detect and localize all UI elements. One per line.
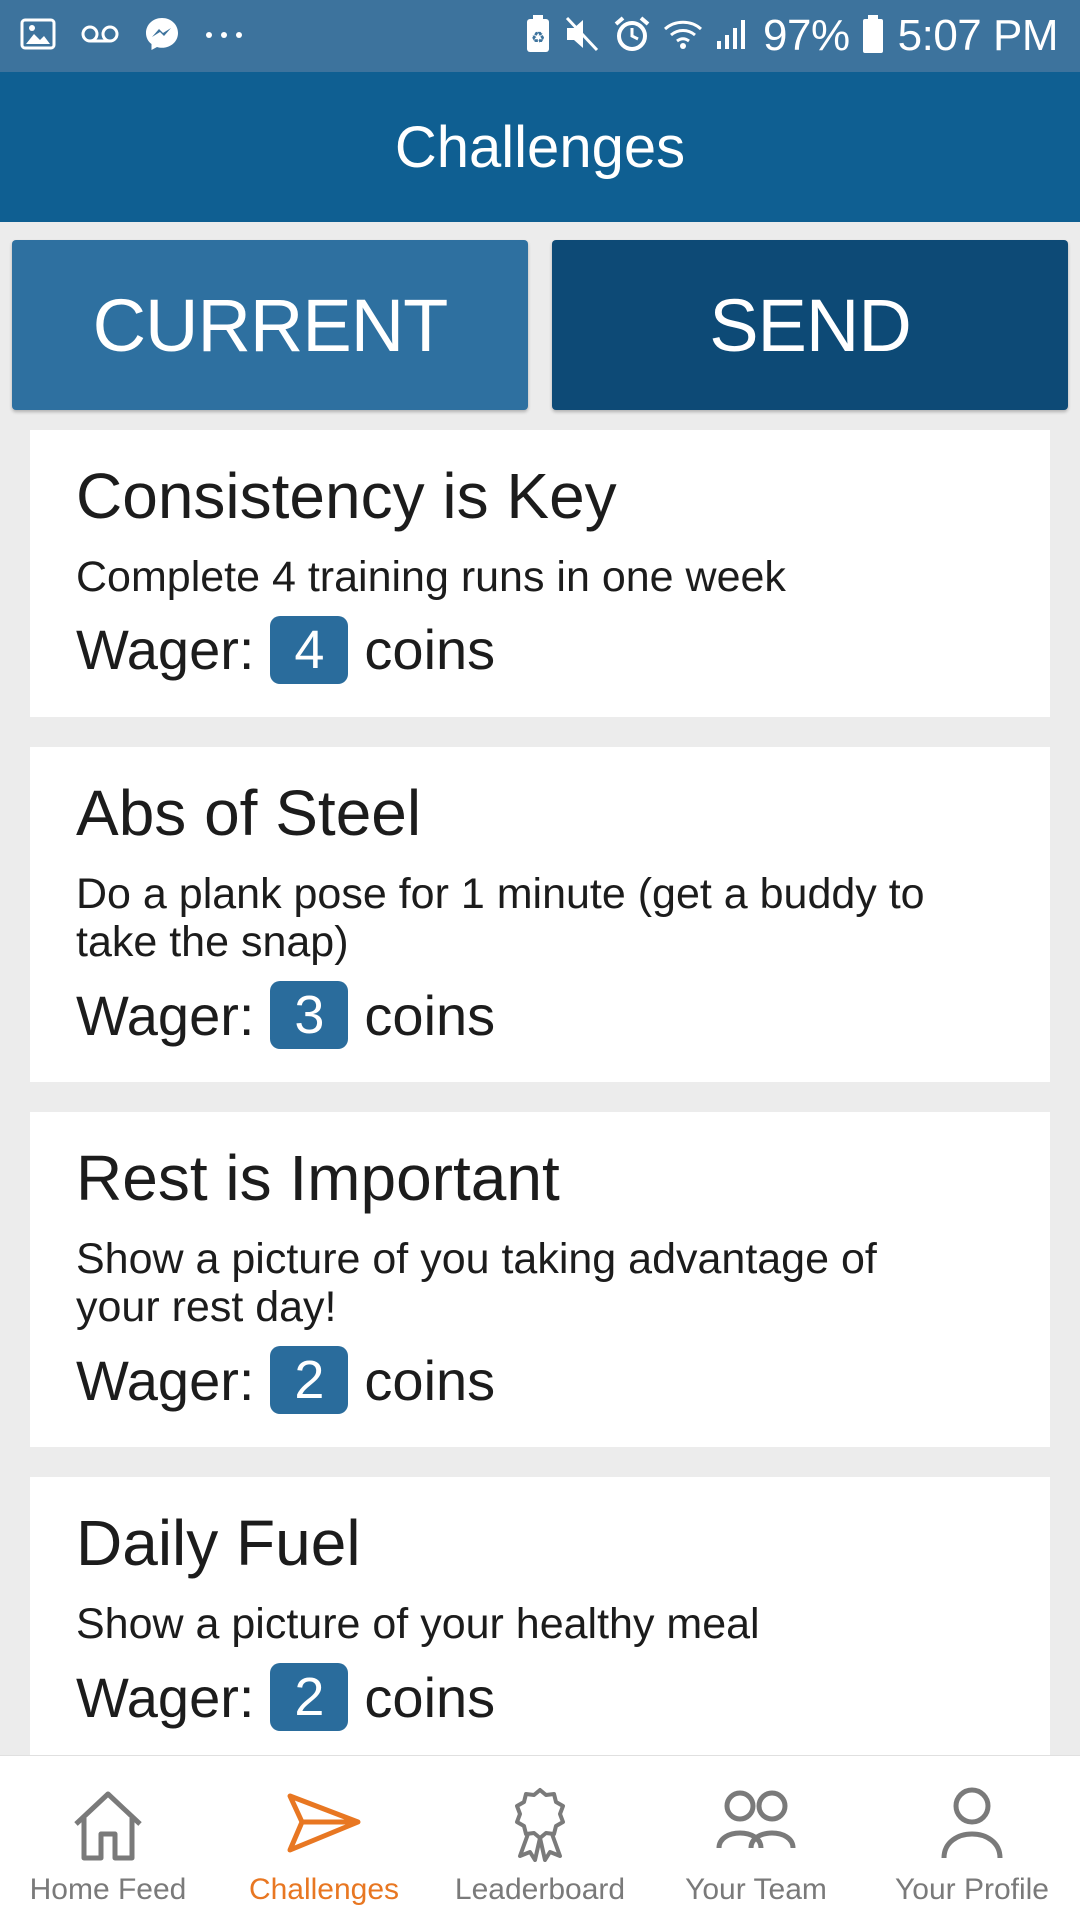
team-icon [716,1786,796,1867]
wager-unit: coins [364,983,496,1047]
challenge-title: Consistency is Key [76,460,617,532]
home-icon [68,1786,148,1867]
page-title: Challenges [394,114,686,180]
wager-label: Wager: [76,618,255,682]
send-arrow-icon [284,1786,364,1867]
nav-label: Leaderboard [454,1873,626,1906]
challenge-card[interactable]: Rest is Important Show a picture of you … [30,1112,1050,1448]
challenge-title: Rest is Important [76,1142,560,1215]
tab-send[interactable]: SEND [552,240,1068,410]
screen: ♻ 97% 5:07 PM Challenges CURRENT SEND Co… [0,0,1080,1920]
wager-unit: coins [364,1665,496,1729]
challenge-description: Do a plank pose for 1 minute (get a budd… [76,869,925,966]
messenger-icon [144,16,180,57]
battery-saver-icon: ♻ [525,14,551,59]
challenge-description: Complete 4 training runs in one week [76,552,786,601]
nav-home-feed[interactable]: Home Feed [0,1756,216,1920]
status-bar-right: ♻ 97% 5:07 PM [513,11,1059,61]
challenge-title: Daily Fuel [76,1507,361,1580]
challenge-description: Show a picture of you taking advantage o… [76,1234,877,1332]
wager-amount-badge: 2 [270,1346,349,1415]
battery-icon [862,14,884,59]
tab-current[interactable]: CURRENT [12,240,528,410]
svg-text:♻: ♻ [531,28,545,47]
award-ribbon-icon [500,1786,580,1867]
mute-icon [563,16,601,57]
wager-label: Wager: [76,1348,255,1412]
wager-amount-badge: 2 [270,1663,349,1732]
wager-row: Wager: 2 coins [76,1662,1004,1732]
challenge-card[interactable]: Abs of Steel Do a plank pose for 1 minut… [30,746,1050,1083]
nav-your-team[interactable]: Your Team [648,1756,864,1920]
nav-label: Your Profile [895,1873,1049,1906]
status-bar-left [20,16,268,57]
wager-unit: coins [364,618,496,682]
nav-label: Home Feed [29,1873,187,1906]
app-header: Challenges [0,72,1080,222]
clock: 5:07 PM [897,11,1059,60]
challenge-description: Show a picture of your healthy meal [76,1599,760,1648]
nav-your-profile[interactable]: Your Profile [864,1756,1080,1920]
gallery-icon [20,18,56,55]
challenge-list[interactable]: Consistency is Key Complete 4 training r… [30,430,1050,1755]
nav-label: Your Team [685,1873,827,1906]
challenge-card[interactable]: Consistency is Key Complete 4 training r… [30,430,1050,717]
wifi-icon [663,18,703,55]
more-dots-icon [204,27,244,45]
challenge-card[interactable]: Daily Fuel Show a picture of your health… [30,1477,1050,1755]
challenge-tabs: CURRENT SEND [12,240,1068,410]
wager-row: Wager: 2 coins [76,1345,1004,1415]
wager-amount-badge: 4 [270,615,349,684]
alarm-icon [613,15,651,58]
wager-label: Wager: [76,983,255,1047]
profile-icon [932,1786,1012,1867]
challenge-title: Abs of Steel [76,776,422,849]
wager-unit: coins [364,1348,496,1412]
status-bar: ♻ 97% 5:07 PM [0,0,1080,72]
voicemail-icon [80,22,120,51]
nav-label: Challenges [248,1873,400,1906]
signal-icon [715,17,749,56]
nav-leaderboard[interactable]: Leaderboard [432,1756,648,1920]
wager-row: Wager: 4 coins [76,615,1004,685]
battery-percent: 97% [763,11,850,60]
nav-challenges[interactable]: Challenges [216,1756,432,1920]
wager-row: Wager: 3 coins [76,980,1004,1050]
bottom-navigation: Home Feed Challenges Leaderboard Your Te… [0,1755,1080,1920]
wager-label: Wager: [76,1665,255,1729]
wager-amount-badge: 3 [270,981,349,1050]
